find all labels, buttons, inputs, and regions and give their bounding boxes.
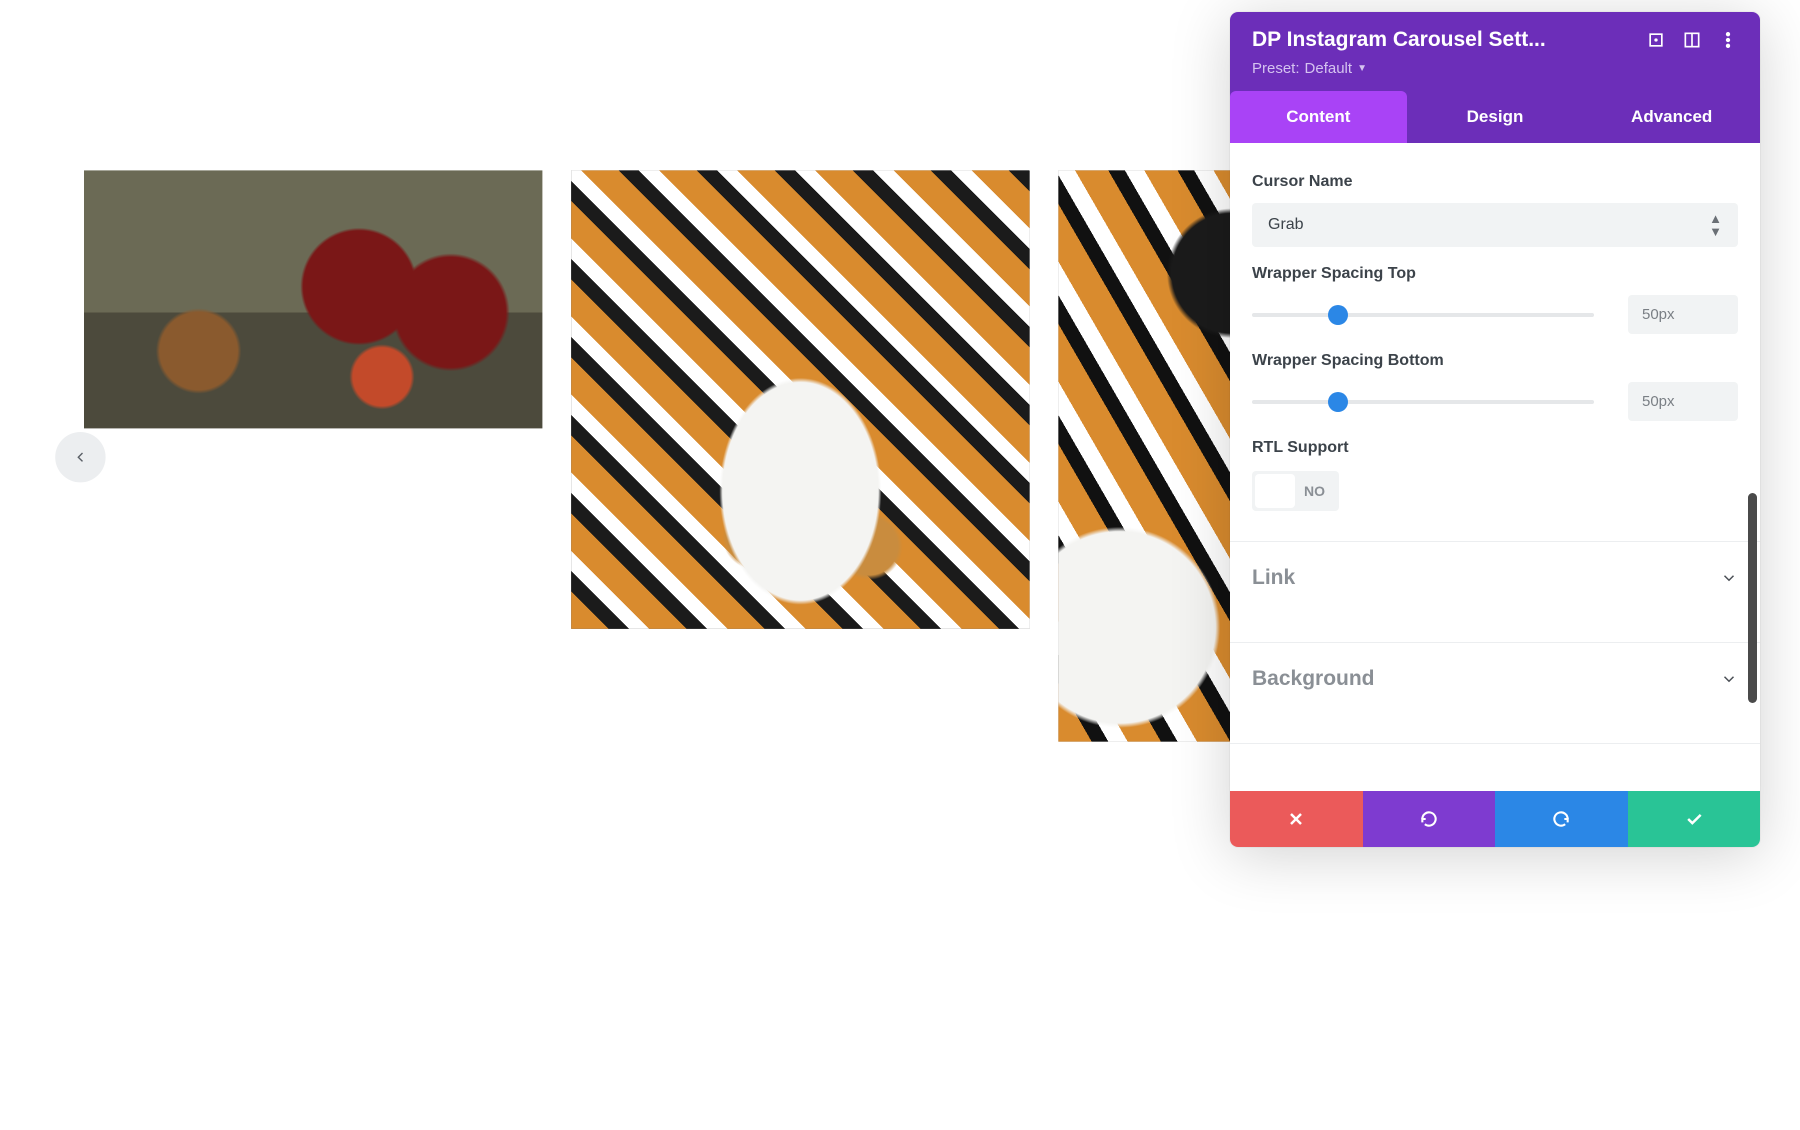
- field-label-cursor: Cursor Name: [1252, 173, 1738, 191]
- undo-button[interactable]: [1363, 791, 1496, 847]
- check-icon: [1684, 809, 1704, 829]
- divider: [1230, 743, 1760, 744]
- panel-body[interactable]: Cursor Name ▲▼ Wrapper Spacing Top Wrapp…: [1230, 143, 1760, 791]
- wrap-top-slider[interactable]: [1252, 313, 1594, 317]
- responsive-icon[interactable]: [1682, 30, 1702, 50]
- panel-footer: [1230, 791, 1760, 847]
- toggle-state-label: NO: [1298, 483, 1339, 499]
- tab-content[interactable]: Content: [1230, 91, 1407, 143]
- slider-thumb[interactable]: [1328, 305, 1348, 325]
- group-title: Background: [1252, 667, 1375, 691]
- group-background[interactable]: Background: [1252, 643, 1738, 715]
- toggle-knob: [1255, 474, 1295, 508]
- chevron-down-icon: [1720, 569, 1738, 587]
- cursor-name-select[interactable]: [1252, 203, 1738, 247]
- close-icon: [1286, 809, 1306, 829]
- module-settings-panel: DP Instagram Carousel Sett... Preset: De…: [1230, 12, 1760, 847]
- scrollbar-thumb[interactable]: [1748, 493, 1757, 703]
- wrap-top-value-input[interactable]: [1628, 295, 1738, 334]
- save-button[interactable]: [1628, 791, 1761, 847]
- redo-icon: [1551, 809, 1571, 829]
- undo-icon: [1419, 809, 1439, 829]
- field-label-wrap-bottom: Wrapper Spacing Bottom: [1252, 352, 1738, 370]
- wrap-bottom-value-input[interactable]: [1628, 382, 1738, 421]
- preset-label: Preset:: [1252, 60, 1300, 77]
- panel-title: DP Instagram Carousel Sett...: [1252, 28, 1630, 52]
- group-link[interactable]: Link: [1252, 542, 1738, 614]
- chevron-left-icon: [72, 449, 89, 466]
- instagram-carousel[interactable]: [84, 170, 1262, 741]
- panel-header[interactable]: DP Instagram Carousel Sett... Preset: De…: [1230, 12, 1760, 91]
- field-label-wrap-top: Wrapper Spacing Top: [1252, 265, 1738, 283]
- settings-tabs: Content Design Advanced: [1230, 91, 1760, 143]
- carousel-slide[interactable]: [571, 170, 1029, 628]
- preset-selector[interactable]: Preset: Default ▼: [1252, 60, 1738, 77]
- wrap-bottom-slider[interactable]: [1252, 400, 1594, 404]
- caret-down-icon: ▼: [1357, 63, 1367, 74]
- carousel-slide[interactable]: [84, 170, 542, 428]
- slider-thumb[interactable]: [1328, 392, 1348, 412]
- expand-icon[interactable]: [1646, 30, 1666, 50]
- tab-design[interactable]: Design: [1407, 91, 1584, 143]
- chevron-down-icon: [1720, 670, 1738, 688]
- field-label-rtl: RTL Support: [1252, 439, 1738, 457]
- kebab-menu-icon[interactable]: [1718, 30, 1738, 50]
- rtl-toggle[interactable]: NO: [1252, 471, 1339, 511]
- redo-button[interactable]: [1495, 791, 1628, 847]
- close-button[interactable]: [1230, 791, 1363, 847]
- carousel-prev-button[interactable]: [55, 432, 105, 482]
- group-title: Link: [1252, 566, 1295, 590]
- preset-value: Default: [1305, 60, 1353, 77]
- tab-advanced[interactable]: Advanced: [1583, 91, 1760, 143]
